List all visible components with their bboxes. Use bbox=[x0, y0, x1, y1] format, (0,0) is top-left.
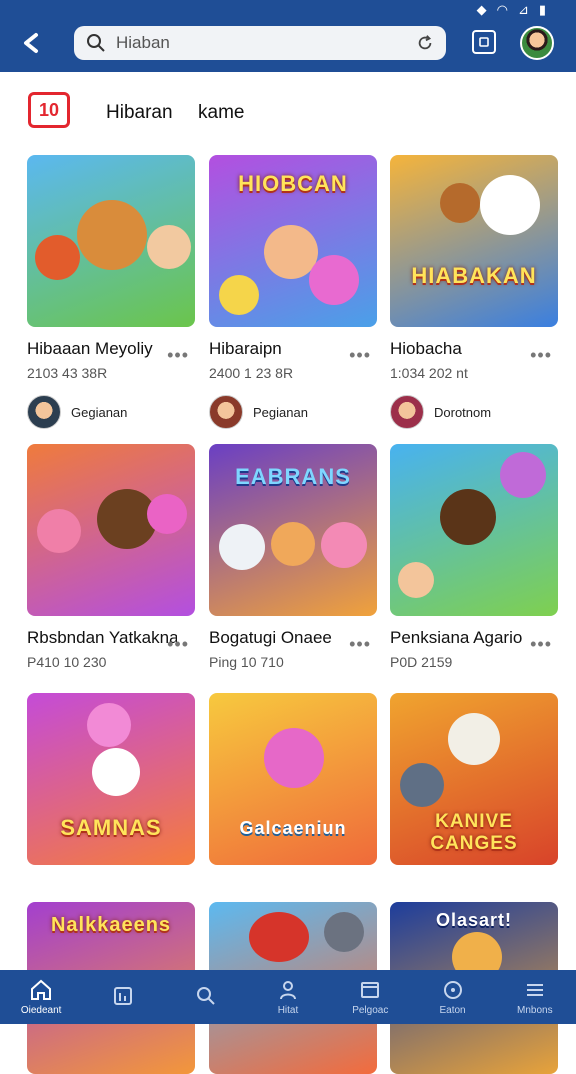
menu-icon bbox=[526, 984, 543, 996]
video-meta: Ping 10 710 bbox=[209, 654, 284, 670]
video-meta: 2400 1 23 8R bbox=[209, 365, 294, 381]
author-row[interactable]: Gegianan bbox=[27, 395, 195, 429]
video-thumbnail[interactable] bbox=[27, 155, 195, 327]
video-meta: P0D 2159 bbox=[390, 654, 453, 670]
video-meta: 1:034 202 nt bbox=[390, 365, 468, 381]
nav-label: Pelgoac bbox=[352, 1005, 389, 1016]
video-thumbnail[interactable]: HIABAKAN bbox=[390, 155, 558, 327]
video-title[interactable]: Bogatugi Onaee bbox=[209, 628, 359, 648]
video-thumbnail[interactable] bbox=[27, 444, 195, 616]
nav-library[interactable] bbox=[88, 984, 158, 1011]
author-avatar[interactable] bbox=[27, 395, 61, 429]
thumbnail-title: Olasart! bbox=[435, 910, 513, 930]
signal-icon: ◆ bbox=[476, 2, 487, 17]
thumbnail-title: Nalkkaeens bbox=[50, 914, 172, 936]
avatar[interactable] bbox=[520, 26, 554, 60]
bottom-nav: Oiedeant Hitat Pelgoac Eaton Mnbons bbox=[0, 970, 576, 1024]
back-arrow-icon bbox=[24, 33, 38, 53]
video-thumbnail[interactable] bbox=[390, 444, 558, 616]
thumbnail-title: HIABAKAN bbox=[411, 263, 537, 288]
video-thumbnail[interactable]: HIOBCAN bbox=[209, 155, 377, 327]
search-icon bbox=[196, 986, 215, 1005]
profile-icon bbox=[279, 981, 296, 1000]
cast-button[interactable] bbox=[472, 30, 496, 54]
thumbnail-title: HIOBCAN bbox=[238, 171, 348, 196]
nav-folder[interactable]: Pelgoac bbox=[335, 978, 405, 1016]
thumbnail-title: KANIVE CANGES bbox=[430, 811, 518, 854]
video-card[interactable]: Galcaeniun bbox=[209, 693, 377, 865]
video-card[interactable]: SAMNAS bbox=[27, 693, 195, 865]
search-input[interactable]: Hiaban bbox=[116, 33, 416, 53]
video-thumbnail[interactable]: KANIVE CANGES bbox=[390, 693, 558, 865]
author-name[interactable]: Gegianan bbox=[71, 405, 127, 420]
thumbnail-title: EABRANS bbox=[235, 464, 351, 489]
video-thumbnail[interactable]: Galcaeniun bbox=[209, 693, 377, 865]
more-options-button[interactable]: ••• bbox=[167, 634, 189, 655]
more-options-button[interactable]: ••• bbox=[349, 634, 371, 655]
more-options-button[interactable]: ••• bbox=[349, 345, 371, 366]
video-card[interactable]: Hibaaan Meyoliy ••• 2103 43 38R Gegianan bbox=[27, 155, 195, 429]
more-options-button[interactable]: ••• bbox=[530, 634, 552, 655]
network-icon: ⊿ bbox=[517, 2, 529, 17]
author-name[interactable]: Dorotnom bbox=[434, 405, 491, 420]
nav-home[interactable]: Oiedeant bbox=[6, 978, 76, 1016]
search-icon bbox=[87, 34, 105, 52]
video-card[interactable]: Penksiana Agario ••• P0D 2159 bbox=[390, 444, 558, 670]
channel-name[interactable]: Hibaran bbox=[106, 102, 173, 124]
video-card[interactable]: KANIVE CANGES bbox=[390, 693, 558, 865]
nav-search[interactable] bbox=[171, 984, 241, 1011]
video-card[interactable]: HIABAKAN Hiobacha ••• 1:034 202 nt Dorot… bbox=[390, 155, 558, 429]
refresh-icon[interactable] bbox=[416, 34, 434, 52]
nav-label: Oiedeant bbox=[20, 1005, 62, 1016]
author-name[interactable]: Pegianan bbox=[253, 405, 308, 420]
video-card[interactable]: EABRANS Bogatugi Onaee ••• Ping 10 710 bbox=[209, 444, 377, 670]
author-avatar[interactable] bbox=[209, 395, 243, 429]
author-avatar[interactable] bbox=[390, 395, 424, 429]
video-card[interactable]: Rbsbndan Yatkakna ••• P410 10 230 bbox=[27, 444, 195, 670]
nav-profile[interactable]: Hitat bbox=[253, 978, 323, 1016]
library-icon bbox=[114, 986, 133, 1005]
search-bar[interactable]: Hiaban bbox=[74, 26, 446, 60]
thumbnail-title: SAMNAS bbox=[60, 815, 162, 840]
back-button[interactable] bbox=[18, 28, 48, 58]
top-app-bar: ◆ ◠ ⊿ ▮ Hiaban bbox=[0, 0, 576, 72]
more-options-button[interactable]: ••• bbox=[167, 345, 189, 366]
wifi-icon: ◠ bbox=[496, 2, 508, 17]
compass-icon bbox=[443, 981, 462, 999]
nav-label: Hitat bbox=[277, 1005, 299, 1016]
channel-sub[interactable]: kame bbox=[198, 102, 244, 124]
home-icon bbox=[31, 979, 52, 1000]
video-title[interactable]: Hiobacha bbox=[390, 339, 540, 359]
author-row[interactable]: Dorotnom bbox=[390, 395, 558, 429]
video-title[interactable]: Penksiana Agario bbox=[390, 628, 540, 648]
folder-icon bbox=[361, 982, 380, 998]
channel-logo[interactable]: 10 bbox=[28, 92, 70, 128]
video-meta: P410 10 230 bbox=[27, 654, 107, 670]
video-thumbnail[interactable]: SAMNAS bbox=[27, 693, 195, 865]
video-thumbnail[interactable]: EABRANS bbox=[209, 444, 377, 616]
cast-icon bbox=[479, 37, 489, 47]
video-meta: 2103 43 38R bbox=[27, 365, 108, 381]
nav-menu[interactable]: Mnbons bbox=[500, 978, 570, 1016]
status-bar: ◆ ◠ ⊿ ▮ bbox=[477, 2, 546, 18]
nav-explore[interactable]: Eaton bbox=[418, 978, 488, 1016]
thumbnail-title: Galcaeniun bbox=[239, 818, 347, 838]
video-card[interactable]: HIOBCAN Hibaraipn ••• 2400 1 23 8R Pegia… bbox=[209, 155, 377, 429]
nav-label: Mnbons bbox=[517, 1005, 553, 1016]
video-title[interactable]: Rbsbndan Yatkakna bbox=[27, 628, 177, 648]
more-options-button[interactable]: ••• bbox=[530, 345, 552, 366]
video-title[interactable]: Hibaraipn bbox=[209, 339, 359, 359]
battery-icon: ▮ bbox=[538, 2, 546, 17]
video-title[interactable]: Hibaaan Meyoliy bbox=[27, 339, 177, 359]
author-row[interactable]: Pegianan bbox=[209, 395, 377, 429]
nav-label: Eaton bbox=[439, 1005, 466, 1016]
